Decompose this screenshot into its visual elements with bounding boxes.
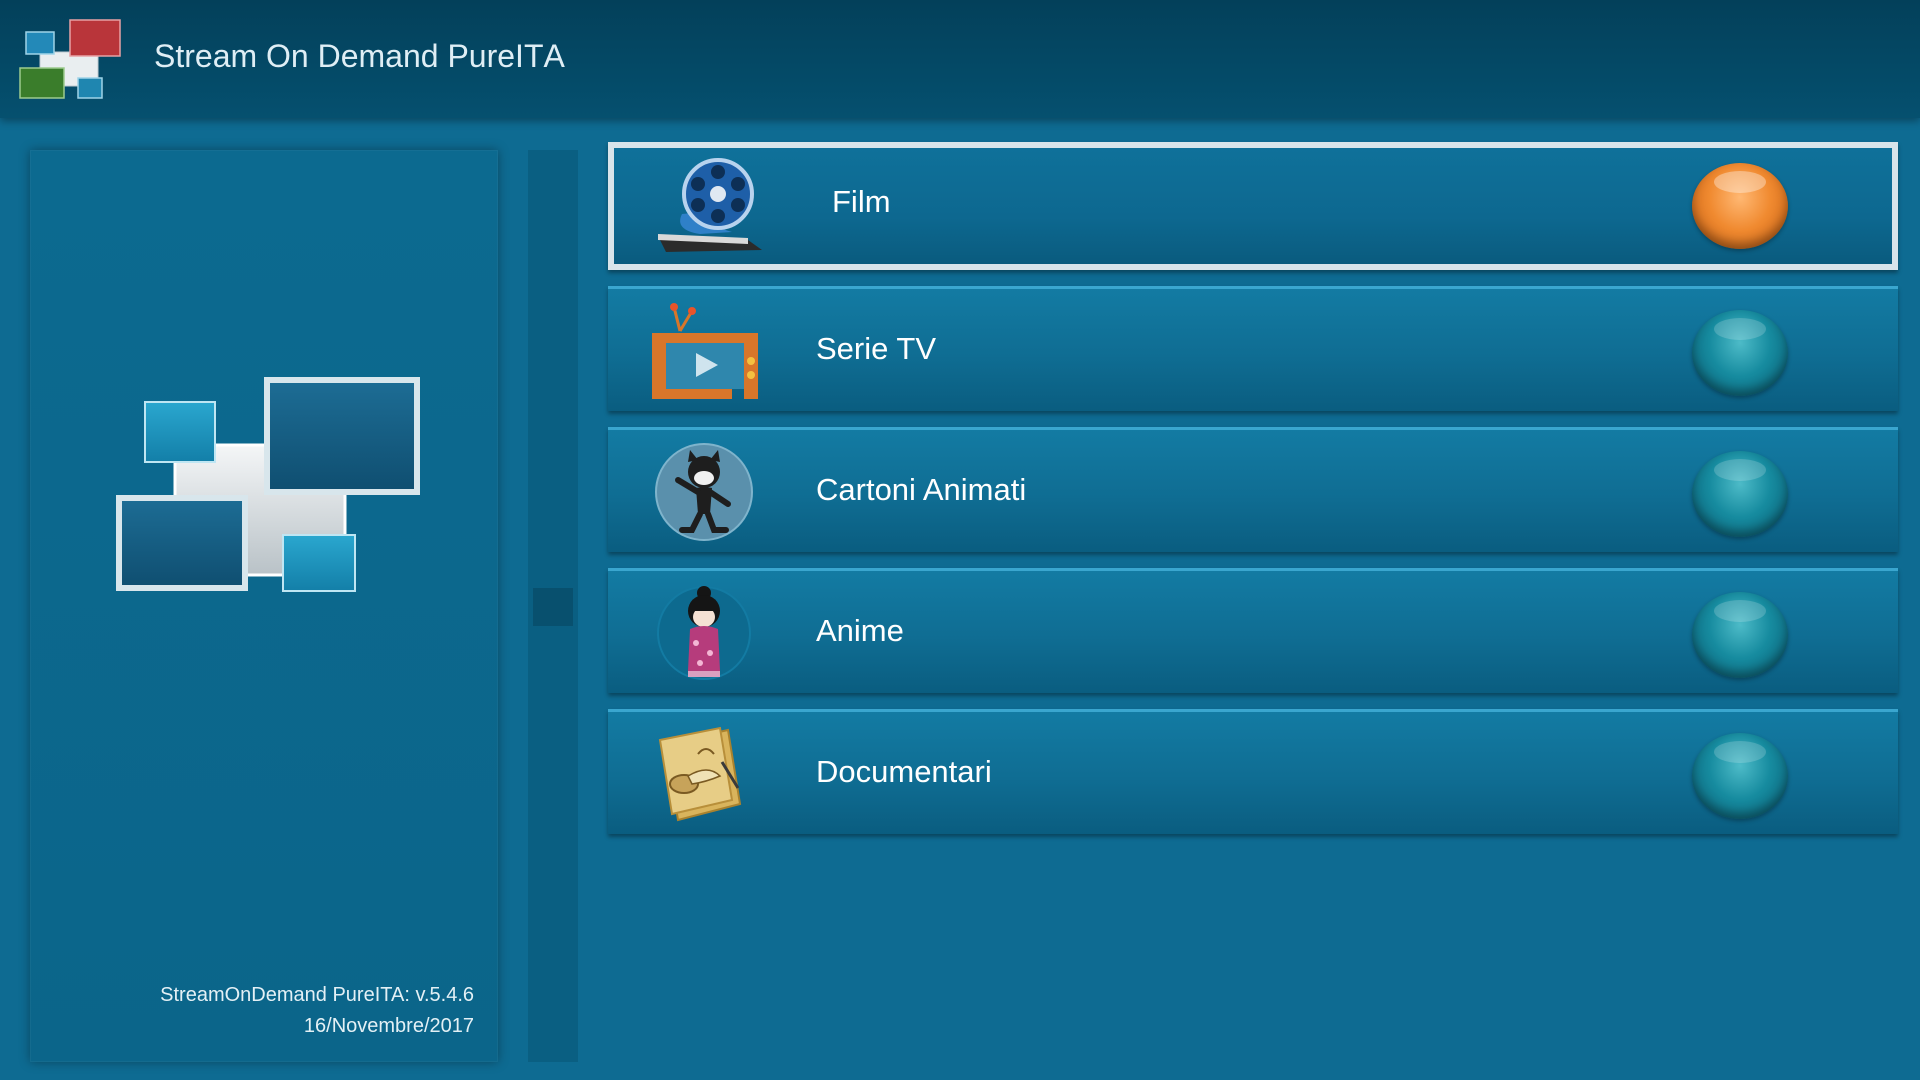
top-bar: Stream On Demand PureITА <box>0 0 1920 118</box>
film-reel-icon <box>658 158 762 252</box>
orb-indicator-icon <box>1692 451 1788 537</box>
documents-scroll-icon <box>658 726 742 822</box>
menu-item-label: Serie TV <box>816 331 937 366</box>
info-panel: StreamOnDemand PureITA: v.5.4.6 16/Novem… <box>30 150 498 1062</box>
orb-indicator-icon <box>1692 733 1788 819</box>
menu-item-documentari[interactable]: Documentari <box>608 709 1898 834</box>
menu-item-label: Anime <box>816 613 904 648</box>
tv-icon <box>652 303 758 399</box>
version-line: StreamOnDemand PureITA: v.5.4.6 <box>160 984 474 1006</box>
menu-item-label: Film <box>832 184 891 219</box>
menu-item-cartoni-animati[interactable]: Cartoni Animati <box>608 427 1898 552</box>
category-menu: Film Serie TV Cartoni Animati Anime Docu… <box>608 142 1898 850</box>
menu-item-anime[interactable]: Anime <box>608 568 1898 693</box>
release-date: 16/Novembre/2017 <box>303 1015 474 1037</box>
menu-item-serie-tv[interactable]: Serie TV <box>608 286 1898 411</box>
cartoon-cat-icon <box>655 443 753 541</box>
app-logo-icon <box>19 19 121 99</box>
addon-logo-icon <box>116 377 420 592</box>
orb-indicator-icon <box>1692 310 1788 396</box>
app-title: Stream On Demand PureITА <box>154 38 565 74</box>
scrollbar-thumb[interactable] <box>533 588 573 626</box>
menu-item-film[interactable]: Film <box>608 142 1898 270</box>
menu-item-label: Documentari <box>816 754 992 789</box>
version-info: StreamOnDemand PureITA: v.5.4.6 16/Novem… <box>160 980 474 1042</box>
orb-indicator-icon <box>1692 592 1788 678</box>
orb-indicator-icon <box>1692 163 1788 249</box>
menu-item-label: Cartoni Animati <box>816 472 1027 507</box>
kokeshi-doll-icon <box>657 586 751 680</box>
